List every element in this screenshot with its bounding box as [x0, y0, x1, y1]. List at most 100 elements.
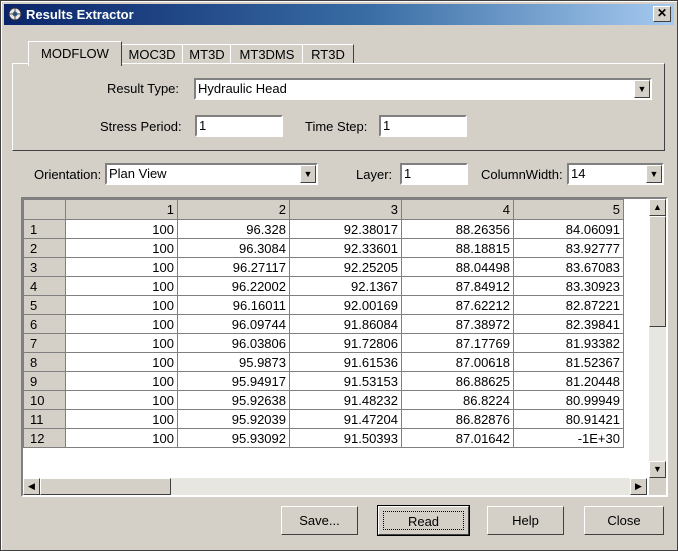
table-cell[interactable]: 84.06091	[513, 219, 624, 239]
table-cell[interactable]: 100	[65, 352, 178, 372]
table-cell[interactable]: 96.22002	[177, 276, 290, 296]
scroll-down-icon[interactable]: ▼	[649, 461, 666, 478]
table-cell[interactable]: 87.62212	[401, 295, 514, 315]
row-header[interactable]: 5	[23, 295, 66, 315]
table-cell[interactable]: 95.93092	[177, 428, 290, 448]
row-header[interactable]: 2	[23, 238, 66, 258]
table-cell[interactable]: 96.3084	[177, 238, 290, 258]
vertical-scrollbar[interactable]: ▲ ▼	[649, 199, 666, 478]
row-header[interactable]: 12	[23, 428, 66, 448]
table-cell[interactable]: 86.8224	[401, 390, 514, 410]
table-cell[interactable]: 96.09744	[177, 314, 290, 334]
table-cell[interactable]: -1E+30	[513, 428, 624, 448]
table-cell[interactable]: 83.67083	[513, 257, 624, 277]
table-cell[interactable]: 95.94917	[177, 371, 290, 391]
table-cell[interactable]: 95.92638	[177, 390, 290, 410]
row-header[interactable]: 11	[23, 409, 66, 429]
table-cell[interactable]: 100	[65, 219, 178, 239]
tab-mt3dms[interactable]: MT3DMS	[230, 44, 304, 65]
table-cell[interactable]: 88.04498	[401, 257, 514, 277]
chevron-down-icon[interactable]: ▼	[634, 80, 650, 98]
row-header[interactable]: 1	[23, 219, 66, 239]
results-grid[interactable]: 1 2 3 4 5 1 100 96.328 92.38017 88.26356 84.0…	[21, 197, 668, 497]
layer-input[interactable]: 1	[400, 163, 468, 185]
table-cell[interactable]: 83.30923	[513, 276, 624, 296]
table-cell[interactable]: 81.52367	[513, 352, 624, 372]
table-cell[interactable]: 86.82876	[401, 409, 514, 429]
column-header[interactable]: 1	[65, 199, 178, 220]
chevron-down-icon[interactable]: ▼	[300, 165, 316, 183]
stress-period-input[interactable]: 1	[195, 115, 283, 137]
table-cell[interactable]: 91.53153	[289, 371, 402, 391]
tab-moc3d[interactable]: MOC3D	[120, 44, 184, 65]
time-step-input[interactable]: 1	[379, 115, 467, 137]
close-button[interactable]: Close	[584, 506, 664, 535]
table-cell[interactable]: 100	[65, 390, 178, 410]
column-width-select[interactable]: 14 ▼	[567, 163, 664, 185]
table-cell[interactable]: 91.48232	[289, 390, 402, 410]
table-cell[interactable]: 92.1367	[289, 276, 402, 296]
table-cell[interactable]: 92.33601	[289, 238, 402, 258]
table-cell[interactable]: 100	[65, 371, 178, 391]
column-header[interactable]: 3	[289, 199, 402, 220]
row-header[interactable]: 3	[23, 257, 66, 277]
table-cell[interactable]: 82.39841	[513, 314, 624, 334]
scroll-right-icon[interactable]: ▶	[630, 478, 647, 495]
table-cell[interactable]: 87.38972	[401, 314, 514, 334]
table-cell[interactable]: 95.9873	[177, 352, 290, 372]
row-header[interactable]: 4	[23, 276, 66, 296]
scroll-up-icon[interactable]: ▲	[649, 199, 666, 216]
table-cell[interactable]: 96.03806	[177, 333, 290, 353]
table-cell[interactable]: 100	[65, 295, 178, 315]
table-cell[interactable]: 100	[65, 238, 178, 258]
table-cell[interactable]: 91.61536	[289, 352, 402, 372]
row-header[interactable]: 8	[23, 352, 66, 372]
table-cell[interactable]: 100	[65, 333, 178, 353]
row-header[interactable]: 7	[23, 333, 66, 353]
horizontal-scroll-thumb[interactable]	[40, 478, 171, 495]
table-cell[interactable]: 95.92039	[177, 409, 290, 429]
table-cell[interactable]: 100	[65, 428, 178, 448]
chevron-down-icon[interactable]: ▼	[646, 165, 662, 183]
table-cell[interactable]: 80.91421	[513, 409, 624, 429]
table-cell[interactable]: 96.328	[177, 219, 290, 239]
table-cell[interactable]: 100	[65, 409, 178, 429]
column-header[interactable]: 2	[177, 199, 290, 220]
table-cell[interactable]: 100	[65, 314, 178, 334]
table-cell[interactable]: 91.72806	[289, 333, 402, 353]
help-button[interactable]: Help	[487, 506, 564, 535]
table-cell[interactable]: 87.01642	[401, 428, 514, 448]
table-cell[interactable]: 81.20448	[513, 371, 624, 391]
scroll-left-icon[interactable]: ◀	[23, 478, 40, 495]
table-cell[interactable]: 91.47204	[289, 409, 402, 429]
horizontal-scrollbar[interactable]: ◀ ▶	[23, 478, 647, 495]
table-cell[interactable]: 87.17769	[401, 333, 514, 353]
table-cell[interactable]: 80.99949	[513, 390, 624, 410]
tab-modflow[interactable]: MODFLOW	[28, 41, 122, 66]
save-button[interactable]: Save...	[281, 506, 358, 535]
row-header[interactable]: 10	[23, 390, 66, 410]
table-cell[interactable]: 87.00618	[401, 352, 514, 372]
table-cell[interactable]: 81.93382	[513, 333, 624, 353]
table-cell[interactable]: 92.38017	[289, 219, 402, 239]
table-cell[interactable]: 96.16011	[177, 295, 290, 315]
table-cell[interactable]: 91.86084	[289, 314, 402, 334]
table-cell[interactable]: 87.84912	[401, 276, 514, 296]
table-cell[interactable]: 86.88625	[401, 371, 514, 391]
table-cell[interactable]: 83.92777	[513, 238, 624, 258]
row-header[interactable]: 6	[23, 314, 66, 334]
column-header[interactable]: 4	[401, 199, 514, 220]
result-type-select[interactable]: Hydraulic Head ▼	[194, 78, 652, 100]
row-header[interactable]: 9	[23, 371, 66, 391]
close-icon[interactable]: ✕	[653, 6, 671, 22]
table-cell[interactable]: 92.25205	[289, 257, 402, 277]
vertical-scroll-thumb[interactable]	[649, 216, 666, 327]
table-cell[interactable]: 88.18815	[401, 238, 514, 258]
table-cell[interactable]: 96.27117	[177, 257, 290, 277]
column-header[interactable]: 5	[513, 199, 624, 220]
title-bar[interactable]: Results Extractor ✕	[4, 4, 674, 25]
tab-mt3d[interactable]: MT3D	[182, 44, 232, 65]
table-cell[interactable]: 82.87221	[513, 295, 624, 315]
orientation-select[interactable]: Plan View ▼	[105, 163, 318, 185]
table-cell[interactable]: 100	[65, 276, 178, 296]
